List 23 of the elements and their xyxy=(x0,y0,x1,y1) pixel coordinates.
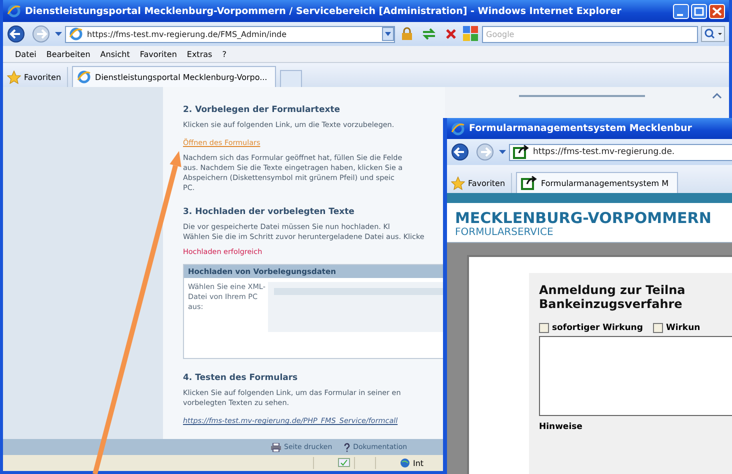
section-heading: 3. Hochladen der vorbelegten Texte xyxy=(183,207,356,217)
window-title: Formularmanagementsystem Mecklenbur xyxy=(469,123,693,134)
address-field[interactable]: https://fms-test.mv-regierung.de/FMS_Admin/inde xyxy=(65,26,395,42)
form-title: Anmeldung zur Teilna Bankeinzugsverfahre xyxy=(539,283,686,311)
browser-tab[interactable]: Formularmanagementsystem M xyxy=(516,172,678,193)
menu-item[interactable]: Datei xyxy=(15,50,36,58)
security-zone[interactable]: Int xyxy=(400,458,424,468)
browser-tab[interactable]: Dienstleistungsportal Mecklenburg-Vorpo... xyxy=(72,66,276,87)
checkbox-option[interactable]: sofortiger Wirkung xyxy=(539,323,643,333)
site-subtitle: FORMULARSERVICE xyxy=(455,227,554,238)
menu-item[interactable]: Ansicht xyxy=(100,50,130,58)
section-heading: 2. Vorbelegen der Formulartexte xyxy=(183,105,342,115)
address-field[interactable]: https://fms-test.mv-regierung.de. xyxy=(509,144,732,160)
menu-item[interactable]: Extras xyxy=(186,50,212,58)
site-title: MECKLENBURG-VORPOMMERN xyxy=(455,209,712,227)
checkbox-option[interactable]: Wirkun xyxy=(652,323,700,333)
section-heading: Hinweise xyxy=(539,422,584,432)
menu-item[interactable]: ? xyxy=(222,50,226,58)
section-heading: 4. Testen des Formulars xyxy=(183,373,299,383)
menu-item[interactable]: Bearbeiten xyxy=(46,50,90,58)
window-title: Dienstleistungsportal Mecklenburg-Vorpommern / Servicebereich [Administration] - Windows Internet Explorer xyxy=(25,6,622,16)
search-field[interactable]: Google xyxy=(482,26,698,42)
menu-item[interactable]: Favoriten xyxy=(140,50,177,58)
